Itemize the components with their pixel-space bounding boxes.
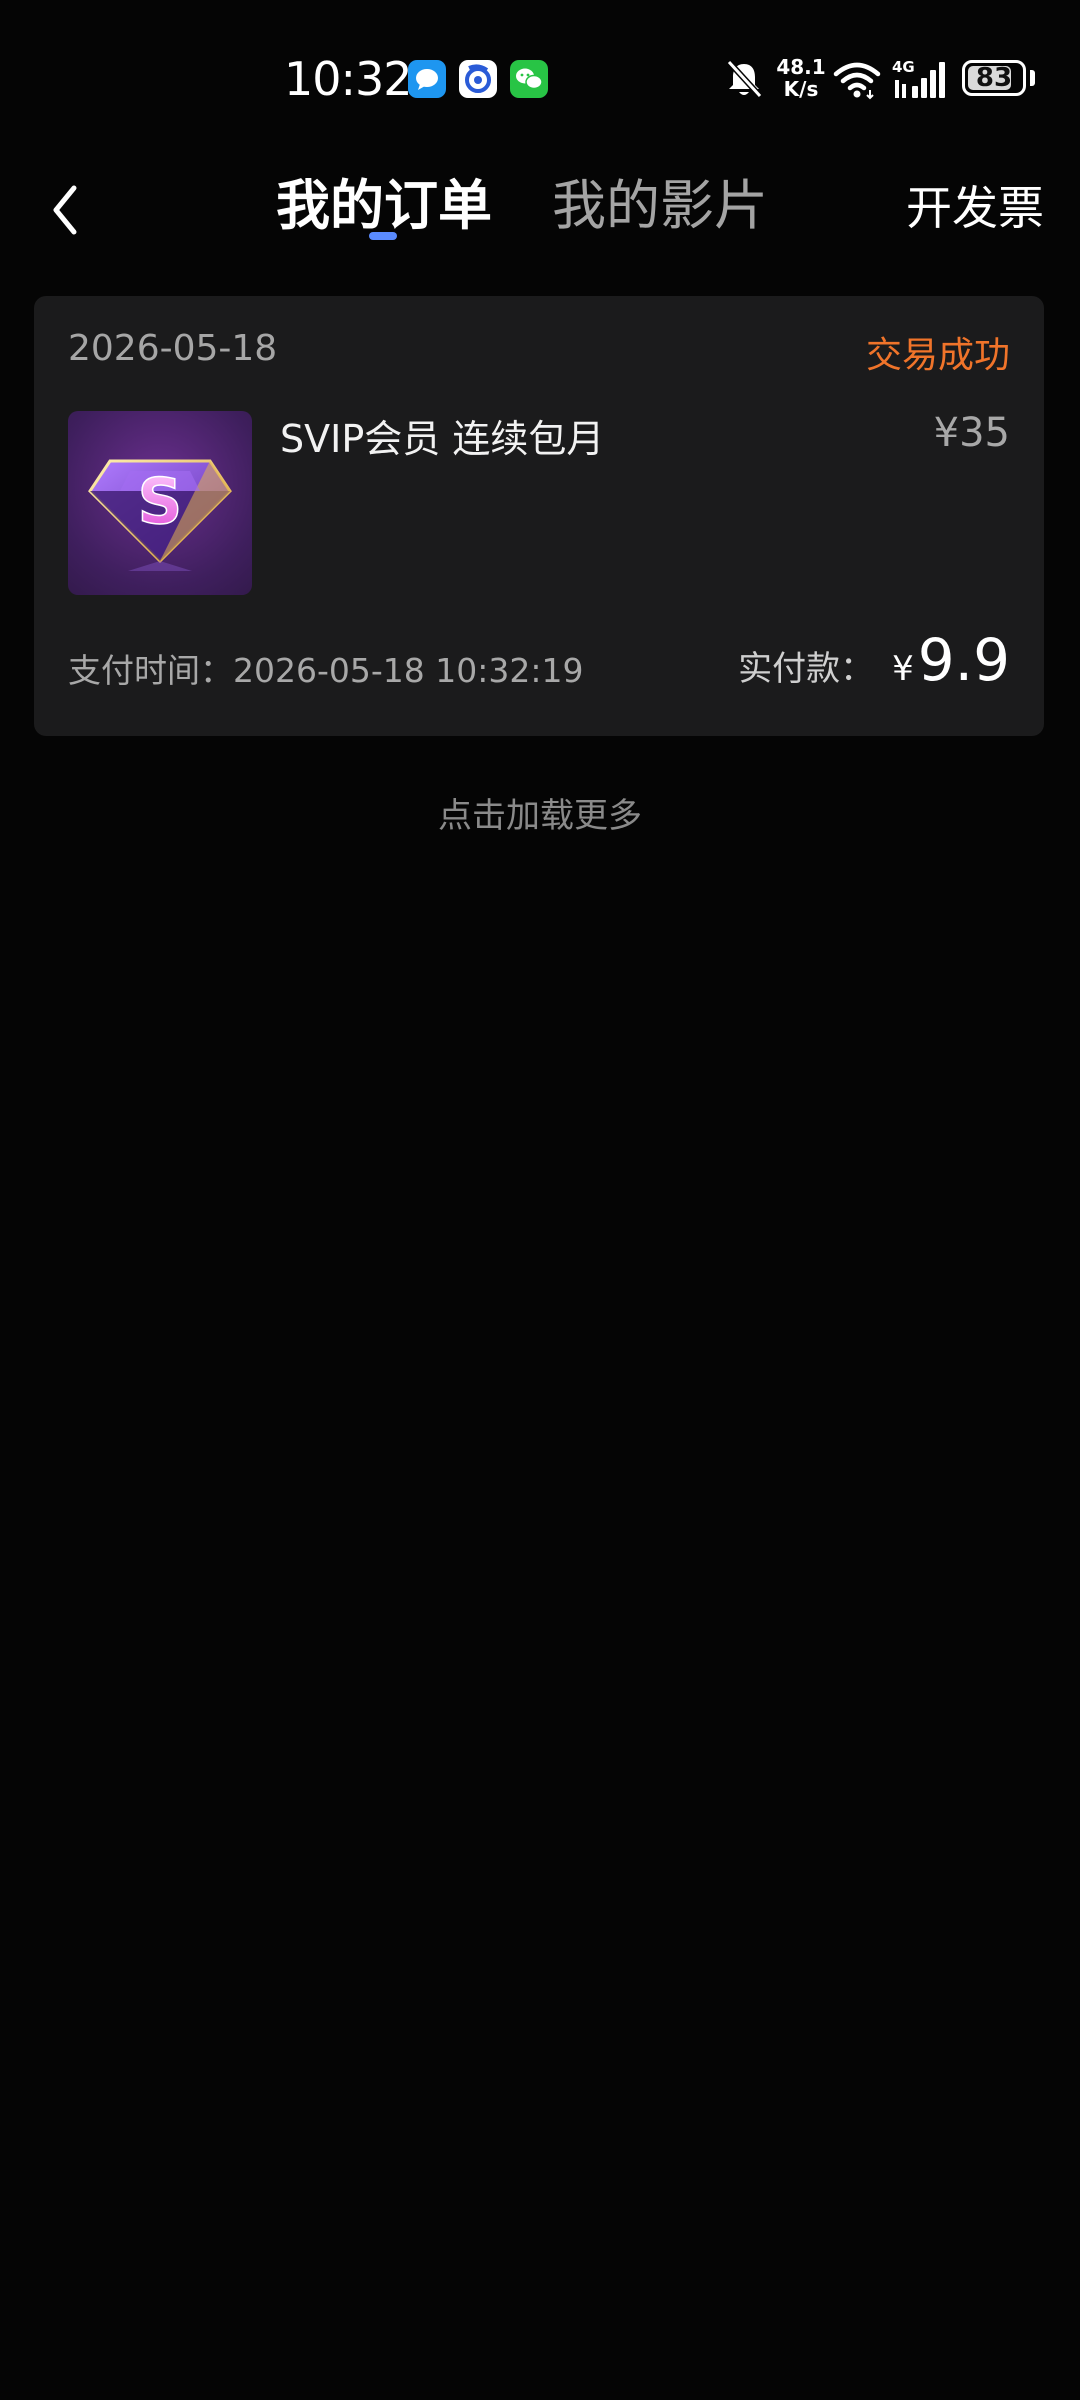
svip-diamond-icon: S — [88, 459, 232, 571]
order-date: 2026-05-18 — [68, 328, 278, 369]
svip-letter: S — [138, 465, 183, 538]
chevron-left-icon — [53, 185, 77, 235]
order-status: 交易成功 — [865, 335, 1010, 376]
tab-active-indicator — [369, 232, 397, 240]
battery-icon: 83 — [962, 60, 1026, 96]
product-name: SVIP会员 连续包月 — [280, 417, 605, 461]
network-type: 4G — [892, 58, 915, 76]
net-speed-unit: K/s — [783, 77, 819, 101]
product-thumbnail: S — [68, 411, 252, 595]
product-price: ¥35 — [933, 410, 1010, 456]
status-bar: 10:32 48.1 K/s 4G 83 — [0, 0, 1080, 160]
bell-muted-icon — [726, 59, 763, 99]
order-card[interactable]: 2026-05-18 交易成功 S SVIP会员 连续包月 ¥35 支付时间：2… — [34, 296, 1044, 736]
paid-amount-group: 实付款： ¥ 9.9 — [738, 626, 1010, 694]
paid-currency: ¥ — [892, 649, 914, 689]
message-app-icon — [408, 60, 446, 98]
net-speed: 48.1 K/s — [776, 56, 826, 100]
signal-icon: 4G — [892, 58, 945, 98]
battery-tip — [1030, 70, 1035, 86]
wechat-app-icon — [510, 60, 548, 98]
wifi-icon — [833, 62, 881, 100]
paid-label: 实付款： — [738, 649, 875, 689]
back-button[interactable] — [36, 170, 96, 250]
net-speed-value: 48.1 — [776, 55, 826, 79]
invoice-button[interactable]: 开发票 — [906, 168, 1044, 248]
status-time: 10:32 — [284, 52, 413, 106]
tab-my-films[interactable]: 我的影片 — [552, 166, 768, 246]
paid-amount: 9.9 — [917, 626, 1010, 694]
header: 我的订单 我的影片 开发票 — [0, 150, 1080, 270]
pay-time: 支付时间：2026-05-18 10:32:19 — [68, 651, 584, 690]
load-more-button[interactable]: 点击加载更多 — [0, 788, 1080, 837]
battery-level: 83 — [975, 63, 1013, 93]
baidu-app-icon — [459, 60, 497, 98]
